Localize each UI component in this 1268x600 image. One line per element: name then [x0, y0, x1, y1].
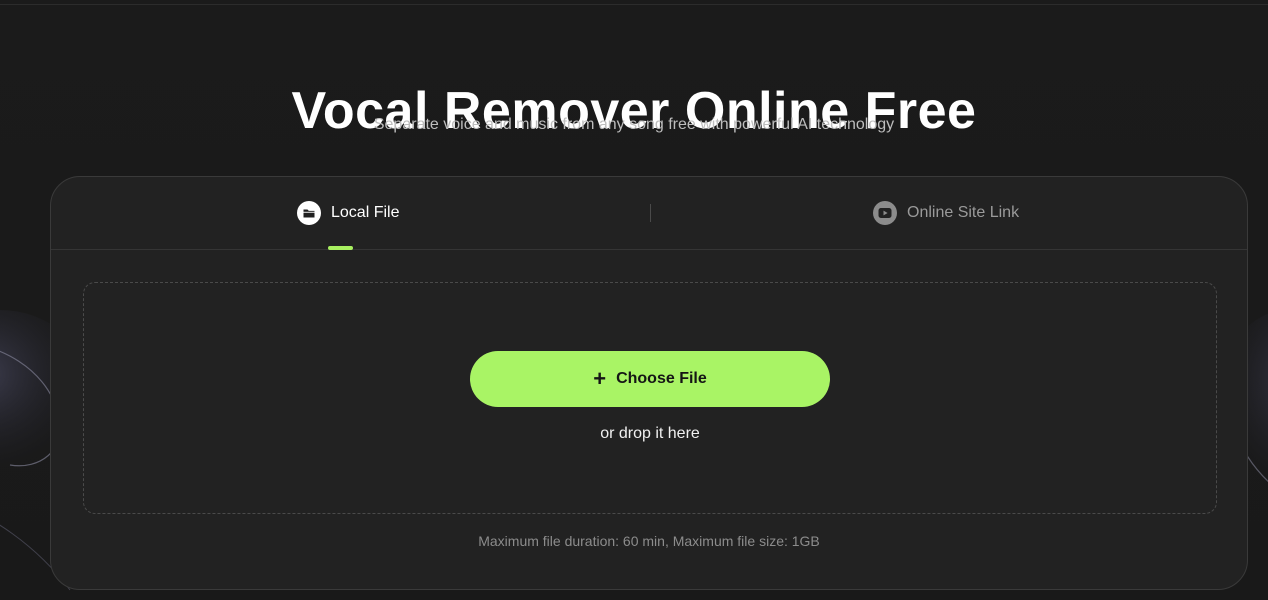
- upload-limits: Maximum file duration: 60 min, Maximum f…: [478, 533, 820, 549]
- plus-icon: +: [593, 366, 607, 391]
- tab-local-file-label: Local File: [331, 204, 400, 221]
- source-tabs: Local File Online Site Link: [51, 177, 1247, 250]
- tab-divider: [650, 204, 651, 222]
- drop-hint: or drop it here: [600, 425, 700, 442]
- tab-online-site-link[interactable]: Online Site Link: [873, 177, 1019, 249]
- active-tab-indicator: [328, 246, 353, 250]
- file-dropzone[interactable]: + Choose File or drop it here: [83, 282, 1217, 514]
- top-divider: [0, 4, 1268, 5]
- page: Vocal Remover Online Free Separate voice…: [0, 0, 1268, 600]
- page-subtitle: Separate voice and music from any song f…: [373, 116, 895, 133]
- tab-local-file[interactable]: Local File: [297, 177, 399, 249]
- choose-file-button[interactable]: + Choose File: [470, 351, 830, 407]
- upload-card: Local File Online Site Link + Choose Fil…: [50, 176, 1248, 590]
- choose-file-label: Choose File: [616, 370, 707, 387]
- play-circle-icon: [873, 201, 897, 225]
- folder-icon: [297, 201, 321, 225]
- tab-online-site-link-label: Online Site Link: [907, 204, 1020, 221]
